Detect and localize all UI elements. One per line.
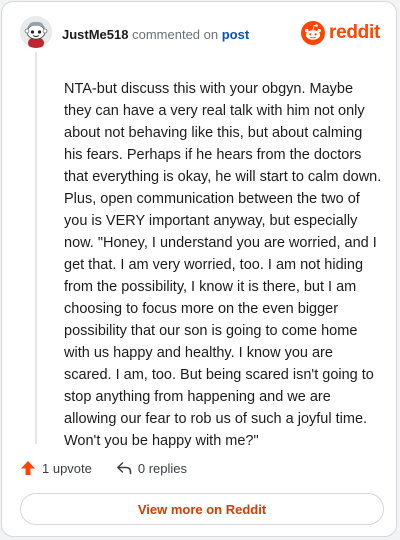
upvote-count: 1 upvote xyxy=(42,460,92,476)
snoo-avatar-icon xyxy=(20,16,52,48)
reply-arrow-icon xyxy=(116,462,132,475)
upvote-button[interactable]: 1 upvote xyxy=(20,460,92,476)
comment-header: JustMe518 commented on post reddit xyxy=(20,16,380,52)
view-more-button[interactable]: View more on Reddit xyxy=(20,493,384,525)
user-avatar[interactable] xyxy=(20,16,52,48)
comment-actions: 1 upvote 0 replies xyxy=(20,458,187,478)
replies-button[interactable]: 0 replies xyxy=(116,460,187,476)
reply-count: 0 replies xyxy=(137,460,188,476)
comment-embed-card: JustMe518 commented on post reddit NTA-b… xyxy=(1,1,397,537)
comment-body: NTA-but discuss this with your obgyn. Ma… xyxy=(64,81,382,449)
thread-line xyxy=(35,52,37,444)
byline-action: commented on xyxy=(132,27,219,42)
author-username[interactable]: JustMe518 xyxy=(62,27,128,42)
reddit-wordmark: reddit xyxy=(329,22,380,43)
comment-byline: JustMe518 commented on post xyxy=(62,27,249,43)
post-link[interactable]: post xyxy=(222,27,249,42)
upvote-arrow-icon xyxy=(21,461,35,475)
reddit-logo[interactable]: reddit xyxy=(301,20,380,46)
reddit-snoo-icon xyxy=(301,21,326,45)
